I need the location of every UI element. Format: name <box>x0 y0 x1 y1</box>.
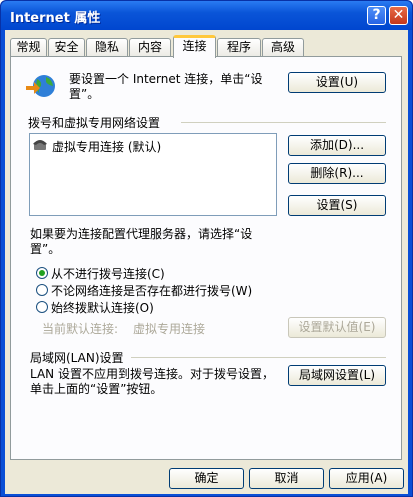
radio-always-dial[interactable] <box>36 301 48 313</box>
apply-button[interactable]: 应用(A) <box>329 468 404 489</box>
tab-security[interactable]: 安全 <box>48 38 85 56</box>
dialup-settings-button[interactable]: 设置(S) <box>288 195 386 216</box>
tab-general[interactable]: 常规 <box>10 38 47 56</box>
tab-advanced[interactable]: 高级 <box>262 38 304 56</box>
lan-divider <box>131 357 386 358</box>
lan-settings-button[interactable]: 局域网设置(L) <box>288 365 386 386</box>
current-default-label: 当前默认连接: <box>42 322 119 336</box>
ok-button[interactable]: 确定 <box>169 468 244 489</box>
list-item-label: 虚拟专用连接 (默认) <box>52 140 162 154</box>
tab-programs[interactable]: 程序 <box>217 38 261 56</box>
close-button[interactable]: ✕ <box>389 6 408 25</box>
help-button[interactable]: ? <box>367 6 386 25</box>
setup-button[interactable]: 设置(U) <box>288 72 386 93</box>
phone-icon <box>33 140 47 150</box>
current-default-value: 虚拟专用连接 <box>133 322 206 336</box>
internet-properties-window: Internet 属性 ? ✕ 常规 安全 隐私 内容 连接 程序 高级 要设置… <box>0 0 413 497</box>
set-default-button[interactable]: 设置默认值(E) <box>288 317 386 338</box>
tab-content[interactable]: 内容 <box>129 38 171 56</box>
connection-list[interactable]: 虚拟专用连接 (默认) <box>29 133 277 216</box>
connections-panel: 要设置一个 Internet 连接，单击“设置”。 设置(U) 拨号和虚拟专用网… <box>10 56 402 460</box>
setup-description: 要设置一个 Internet 连接，单击“设置”。 <box>69 72 263 101</box>
tab-privacy[interactable]: 隐私 <box>86 38 128 56</box>
add-button[interactable]: 添加(D)... <box>288 135 386 156</box>
proxy-hint: 如果要为连接配置代理服务器，请选择“设置”。 <box>30 227 253 256</box>
dialog-body: 常规 安全 隐私 内容 连接 程序 高级 要设置一个 Internet 连接，单… <box>5 30 408 494</box>
cancel-button[interactable]: 取消 <box>249 468 324 489</box>
title-bar[interactable]: Internet 属性 ? ✕ <box>1 1 412 30</box>
window-title: Internet 属性 <box>10 11 101 26</box>
radio-never-dial[interactable] <box>36 267 48 279</box>
radio-never-dial-label[interactable]: 从不进行拨号连接(C) <box>51 265 165 282</box>
delete-button[interactable]: 删除(R)... <box>288 163 386 184</box>
lan-heading: 局域网(LAN)设置 <box>30 351 124 365</box>
radio-always-dial-label[interactable]: 始终拨默认连接(O) <box>51 299 154 316</box>
lan-description: LAN 设置不应用到拨号连接。对于拨号设置，单击上面的“设置”按钮。 <box>30 367 274 396</box>
radio-dial-when-no-network-label[interactable]: 不论网络连接是否存在都进行拨号(W) <box>51 282 252 299</box>
dialup-heading: 拨号和虚拟专用网络设置 <box>28 116 161 130</box>
dialup-divider <box>181 122 386 123</box>
radio-dial-when-no-network[interactable] <box>36 284 48 296</box>
globe-icon <box>26 75 55 97</box>
tab-connections[interactable]: 连接 <box>173 35 216 58</box>
